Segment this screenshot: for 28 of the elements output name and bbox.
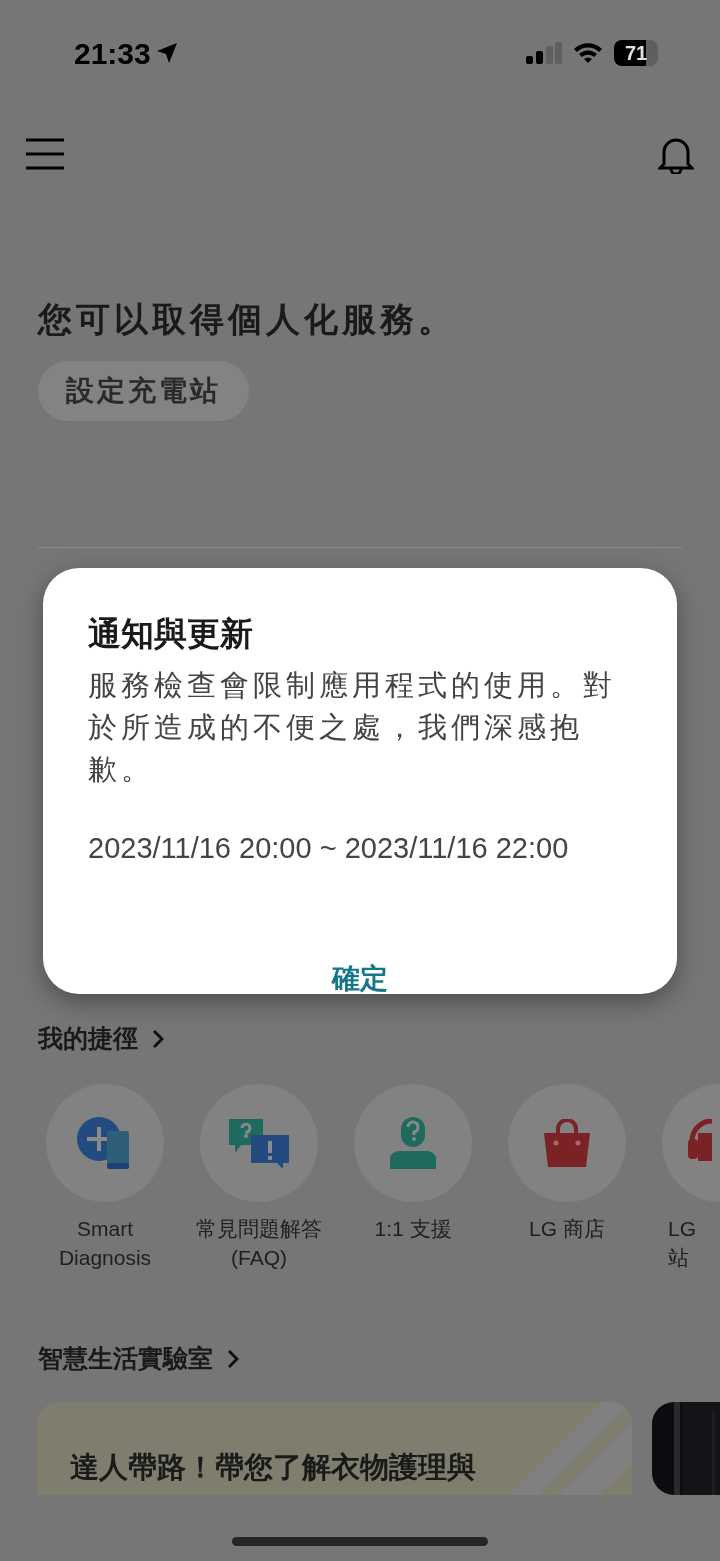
dialog-title: 通知與更新: [88, 614, 254, 654]
shortcut-label: Smart: [77, 1215, 133, 1242]
section-title[interactable]: 我的捷徑: [38, 1020, 138, 1058]
wifi-icon: [572, 41, 604, 65]
menu-icon[interactable]: [26, 138, 66, 170]
article-card[interactable]: 達人帶路！帶您了解衣物護理與: [37, 1401, 632, 1495]
section-title[interactable]: 智慧生活實驗室: [38, 1340, 213, 1378]
person-icon: [390, 1116, 436, 1169]
shortcut-label: 站: [668, 1244, 689, 1271]
article-title: 達人帶路！帶您了解衣物護理與: [70, 1450, 476, 1483]
charging-station-button[interactable]: 設定充電站: [38, 361, 249, 421]
shortcut-label: (FAQ): [231, 1244, 287, 1271]
shortcut-label: LG 商店: [529, 1215, 605, 1242]
chat-bubbles-icon: [227, 1116, 291, 1169]
shortcut-label: 常見問題解答: [196, 1215, 322, 1242]
maintenance-period: 2023/11/16 20:00 ~ 2023/11/16 22:00: [88, 831, 570, 866]
signal-icon: [526, 42, 562, 64]
dialog-message: 服務檢查會限制應用程式的使用。對於所造成的不便之處，我們深感抱歉。: [88, 668, 617, 787]
battery-indicator: 71: [614, 40, 658, 66]
chevron-right-icon[interactable]: [227, 1348, 239, 1369]
shortcut-label: 1:1 支援: [374, 1215, 452, 1242]
confirm-button[interactable]: 確定: [320, 958, 400, 1000]
shortcut-label: LG: [668, 1215, 696, 1242]
shortcut-label: Diagnosis: [58, 1244, 152, 1271]
shopping-bag-icon: [544, 1118, 590, 1167]
clock: 21:33: [74, 35, 151, 72]
chevron-right-icon[interactable]: [152, 1028, 164, 1049]
heading: 您可以取得個人化服務。: [38, 299, 457, 340]
